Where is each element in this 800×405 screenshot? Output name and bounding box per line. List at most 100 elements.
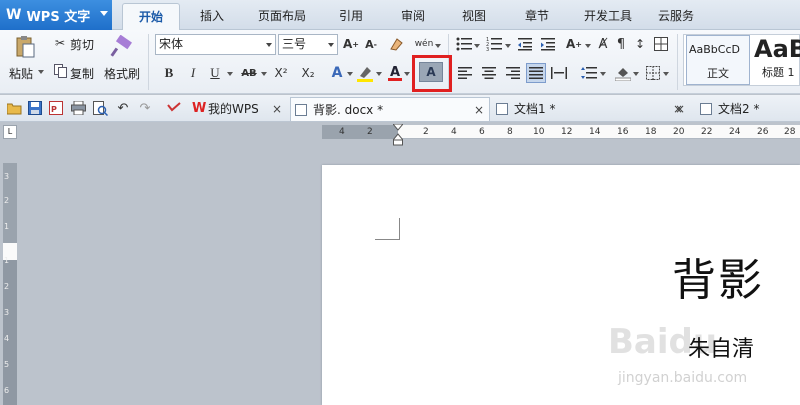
style-normal[interactable]: AaBbCcD 正文 — [686, 35, 750, 85]
doc-tab-document-1[interactable]: 文档1 * × — [492, 97, 692, 121]
chevron-down-icon[interactable] — [266, 43, 272, 47]
chevron-down-icon[interactable] — [474, 44, 480, 48]
paste-icon[interactable] — [12, 34, 38, 60]
doc-tab-label: 我的WPS — [208, 102, 259, 116]
ruler-tick: 14 — [589, 127, 601, 137]
tab-insert[interactable]: 插入 — [200, 7, 224, 24]
customize-toolbar-icon[interactable] — [166, 100, 184, 116]
superscript-button[interactable]: X² — [271, 64, 291, 82]
ruler-tick: 22 — [701, 127, 713, 137]
close-icon[interactable]: × — [474, 98, 484, 122]
save-icon[interactable] — [27, 100, 43, 116]
export-pdf-icon[interactable]: P — [48, 100, 64, 116]
cut-button[interactable]: 剪切 — [70, 36, 94, 53]
doc-tab-beiying[interactable]: 背影. docx * × — [290, 97, 490, 121]
text-effect-icon[interactable]: A — [328, 64, 346, 82]
doc-tab-document-2[interactable]: 文档2 * × — [675, 97, 800, 121]
strikethrough-button[interactable]: AB — [238, 64, 260, 82]
chevron-down-icon[interactable] — [261, 72, 267, 76]
chevron-down-icon[interactable] — [376, 72, 382, 76]
document-icon — [295, 104, 307, 116]
chevron-down-icon[interactable] — [663, 72, 669, 76]
close-icon[interactable]: × — [272, 97, 282, 121]
chevron-down-icon[interactable] — [347, 72, 353, 76]
paragraph-mark-icon[interactable]: ¶ — [614, 35, 628, 53]
redo-icon[interactable]: ↷ — [138, 100, 152, 116]
tab-home[interactable]: 开始 — [122, 3, 180, 30]
tab-references[interactable]: 引用 — [339, 7, 363, 24]
open-folder-icon[interactable] — [6, 100, 22, 116]
print-preview-icon[interactable] — [92, 100, 108, 116]
format-painter-icon[interactable] — [108, 34, 136, 60]
doc-tab-label: 文档1 * — [514, 102, 556, 116]
doc-tab-my-wps[interactable]: W 我的WPS × — [186, 97, 288, 121]
clear-format-icon[interactable] — [387, 36, 405, 52]
tab-developer[interactable]: 开发工具 — [584, 7, 632, 24]
chevron-down-icon[interactable] — [404, 72, 410, 76]
sort-icon[interactable]: ↕ — [634, 35, 646, 53]
numbered-list-icon[interactable]: 123 — [485, 35, 503, 53]
underline-button[interactable]: U — [207, 64, 223, 82]
increase-indent-icon[interactable] — [540, 35, 556, 53]
tab-cloud-service[interactable]: 云服务 — [658, 7, 694, 24]
watermark-url: jingyan.baidu.com — [618, 370, 748, 386]
phonetic-guide-icon[interactable]: wén — [413, 34, 435, 54]
subscript-button[interactable]: X₂ — [298, 64, 318, 82]
document-author[interactable]: 朱自清 — [688, 331, 754, 363]
font-size-value: 三号 — [282, 37, 307, 51]
margin-corner-mark — [375, 218, 400, 240]
chevron-down-icon[interactable] — [435, 44, 441, 48]
highlight-color-icon[interactable] — [355, 64, 375, 82]
font-size-combo[interactable]: 三号 — [278, 34, 338, 55]
ruler-tick: 2 — [367, 127, 373, 137]
align-right-icon[interactable] — [504, 64, 522, 82]
bold-button[interactable]: B — [161, 64, 177, 82]
ruler-tick: 3 — [4, 172, 10, 181]
print-icon[interactable] — [70, 100, 86, 116]
justify-icon[interactable] — [526, 63, 546, 83]
shrink-font-icon[interactable]: A- — [363, 36, 379, 52]
format-painter-button[interactable]: 格式刷 — [104, 65, 140, 82]
grow-font-icon[interactable]: A + — [343, 36, 359, 52]
ruler-tick: 28 — [784, 127, 796, 137]
chevron-down-icon[interactable] — [600, 72, 606, 76]
chevron-down-icon[interactable] — [227, 72, 233, 76]
styles-gallery: AaBbCcD 正文 AaB 标题 1 — [683, 34, 800, 86]
chinese-layout-icon[interactable]: Ⱥ — [595, 35, 611, 53]
chevron-down-icon[interactable] — [633, 72, 639, 76]
bullet-list-icon[interactable] — [455, 35, 473, 53]
tab-chapter[interactable]: 章节 — [525, 7, 549, 24]
table-icon[interactable] — [652, 35, 670, 53]
font-name-combo[interactable]: 宋体 — [155, 34, 276, 55]
distributed-align-icon[interactable] — [550, 64, 568, 82]
tab-page-layout[interactable]: 页面布局 — [258, 7, 306, 24]
shading-fill-icon[interactable] — [614, 64, 632, 82]
tab-review[interactable]: 审阅 — [401, 7, 425, 24]
chevron-down-icon[interactable] — [505, 44, 511, 48]
chevron-down-icon[interactable] — [328, 43, 334, 47]
tab-view[interactable]: 视图 — [462, 7, 486, 24]
menu-bar: W WPS 文字 开始 插入 页面布局 引用 审阅 视图 章节 开发工具 云服务 — [0, 0, 800, 30]
change-case-icon[interactable]: A + — [564, 35, 584, 53]
italic-button[interactable]: I — [185, 64, 201, 82]
document-title[interactable]: 背影 — [672, 244, 764, 308]
decrease-indent-icon[interactable] — [517, 35, 533, 53]
indent-marker-icon[interactable] — [391, 123, 405, 146]
style-heading-1[interactable]: AaB 标题 1 — [752, 35, 800, 85]
align-center-icon[interactable] — [480, 64, 498, 82]
borders-icon[interactable] — [644, 64, 662, 82]
chevron-down-icon[interactable] — [585, 44, 591, 48]
style-normal-preview: AaBbCcD — [689, 43, 740, 56]
ruler-tick: 4 — [4, 334, 10, 343]
undo-icon[interactable]: ↶ — [116, 100, 130, 116]
document-icon — [496, 103, 508, 115]
wps-app-menu-button[interactable]: W WPS 文字 — [0, 0, 112, 30]
paste-button-label[interactable]: 粘贴 — [9, 65, 33, 82]
align-left-icon[interactable] — [456, 64, 474, 82]
ruler-tab-selector[interactable]: L — [3, 125, 17, 139]
line-spacing-icon[interactable] — [580, 64, 598, 82]
close-icon[interactable]: × — [675, 97, 685, 121]
paste-dropdown-icon[interactable] — [38, 70, 44, 74]
font-color-icon[interactable]: A — [386, 63, 404, 83]
copy-button[interactable]: 复制 — [70, 65, 94, 82]
